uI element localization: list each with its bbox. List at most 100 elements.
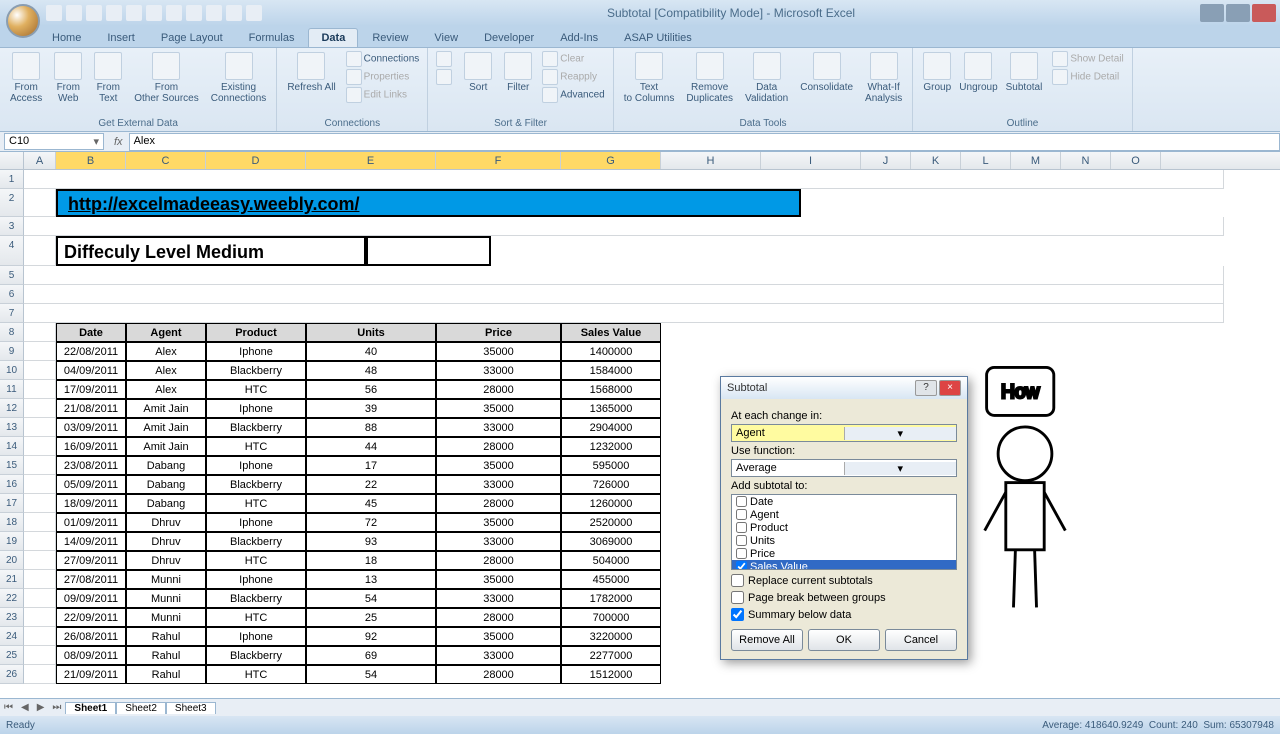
table-cell[interactable]: 27/09/2011 [56, 551, 126, 570]
sheet-nav-next-icon[interactable]: ▶ [33, 702, 49, 713]
column-header-H[interactable]: H [661, 152, 761, 169]
checkbox-replace-subtotals[interactable]: Replace current subtotals [731, 574, 957, 587]
cell[interactable] [24, 589, 56, 608]
tab-asap-utilities[interactable]: ASAP Utilities [612, 29, 704, 47]
table-cell[interactable]: Rahul [126, 627, 206, 646]
tab-developer[interactable]: Developer [472, 29, 546, 47]
table-cell[interactable]: HTC [206, 551, 306, 570]
difficulty-cell[interactable]: Diffeculy Level Medium [56, 236, 366, 266]
column-header-L[interactable]: L [961, 152, 1011, 169]
text-to-columns-button[interactable]: Textto Columns [620, 50, 679, 106]
existing-connections-button[interactable]: ExistingConnections [207, 50, 271, 106]
column-header-E[interactable]: E [306, 152, 436, 169]
sheet-tab[interactable]: Sheet3 [166, 702, 216, 714]
from-access-button[interactable]: FromAccess [6, 50, 46, 106]
table-cell[interactable]: 33000 [436, 646, 561, 665]
table-header[interactable]: Agent [126, 323, 206, 342]
tab-add-ins[interactable]: Add-Ins [548, 29, 610, 47]
table-cell[interactable]: 3069000 [561, 532, 661, 551]
cell[interactable] [24, 437, 56, 456]
sheet-tab[interactable]: Sheet2 [116, 702, 166, 714]
checkbox-input[interactable] [731, 591, 744, 604]
column-header-M[interactable]: M [1011, 152, 1061, 169]
maximize-button[interactable] [1226, 4, 1250, 22]
table-cell[interactable]: 69 [306, 646, 436, 665]
table-header[interactable]: Price [436, 323, 561, 342]
sort-button[interactable]: Sort [460, 50, 496, 95]
table-cell[interactable]: 33000 [436, 532, 561, 551]
table-cell[interactable]: 21/09/2011 [56, 665, 126, 684]
cell[interactable] [24, 494, 56, 513]
table-header[interactable]: Units [306, 323, 436, 342]
list-add-subtotal-to[interactable]: DateAgentProductUnitsPriceSales Value [731, 494, 957, 570]
row-header[interactable]: 25 [0, 646, 24, 665]
cancel-button[interactable]: Cancel [885, 629, 957, 651]
cell[interactable] [24, 475, 56, 494]
column-header-O[interactable]: O [1111, 152, 1161, 169]
table-cell[interactable]: 35000 [436, 399, 561, 418]
table-cell[interactable]: Rahul [126, 646, 206, 665]
table-cell[interactable]: Dabang [126, 494, 206, 513]
table-cell[interactable]: 48 [306, 361, 436, 380]
table-cell[interactable]: 35000 [436, 513, 561, 532]
sheet-nav-prev-icon[interactable]: ◀ [17, 702, 33, 713]
column-header-A[interactable]: A [24, 152, 56, 169]
row-header[interactable]: 19 [0, 532, 24, 551]
table-cell[interactable]: Alex [126, 380, 206, 399]
table-cell[interactable]: 33000 [436, 475, 561, 494]
table-cell[interactable]: Iphone [206, 513, 306, 532]
table-cell[interactable]: 27/08/2011 [56, 570, 126, 589]
row-header[interactable]: 6 [0, 285, 24, 304]
cell[interactable] [24, 361, 56, 380]
table-cell[interactable]: 28000 [436, 608, 561, 627]
connections-button[interactable]: Connections [344, 50, 422, 68]
row-header[interactable]: 10 [0, 361, 24, 380]
table-cell[interactable]: Alex [126, 342, 206, 361]
table-cell[interactable]: 56 [306, 380, 436, 399]
cell[interactable] [24, 189, 56, 217]
checkbox-input[interactable] [736, 509, 747, 520]
row-header[interactable]: 9 [0, 342, 24, 361]
column-header-N[interactable]: N [1061, 152, 1111, 169]
table-cell[interactable]: Blackberry [206, 475, 306, 494]
column-header-F[interactable]: F [436, 152, 561, 169]
show-detail-button[interactable]: Show Detail [1050, 50, 1125, 68]
table-cell[interactable]: 2277000 [561, 646, 661, 665]
data-validation-button[interactable]: DataValidation [741, 50, 792, 106]
tab-view[interactable]: View [422, 29, 470, 47]
dialog-titlebar[interactable]: Subtotal ? × [721, 377, 967, 399]
table-cell[interactable]: Dabang [126, 456, 206, 475]
checkbox-input[interactable] [731, 608, 744, 621]
table-cell[interactable]: 33000 [436, 361, 561, 380]
checkbox-input[interactable] [736, 561, 747, 570]
table-cell[interactable]: 1260000 [561, 494, 661, 513]
checkbox-input[interactable] [736, 522, 747, 533]
column-header-G[interactable]: G [561, 152, 661, 169]
table-cell[interactable]: 08/09/2011 [56, 646, 126, 665]
sort-az-button[interactable] [434, 50, 456, 68]
table-cell[interactable]: 28000 [436, 551, 561, 570]
table-cell[interactable]: Dhruv [126, 513, 206, 532]
column-header-C[interactable]: C [126, 152, 206, 169]
checkbox-input[interactable] [736, 535, 747, 546]
row-header[interactable]: 3 [0, 217, 24, 236]
table-cell[interactable]: 504000 [561, 551, 661, 570]
hide-detail-button[interactable]: Hide Detail [1050, 68, 1125, 86]
table-cell[interactable]: 595000 [561, 456, 661, 475]
table-cell[interactable]: 05/09/2011 [56, 475, 126, 494]
table-cell[interactable]: 92 [306, 627, 436, 646]
cell[interactable] [24, 170, 1224, 189]
cell[interactable] [24, 217, 1224, 236]
column-header-K[interactable]: K [911, 152, 961, 169]
dropdown-icon[interactable]: ▾ [844, 462, 957, 475]
table-cell[interactable]: Munni [126, 570, 206, 589]
table-cell[interactable]: HTC [206, 665, 306, 684]
table-cell[interactable]: Blackberry [206, 418, 306, 437]
sheet-tab[interactable]: Sheet1 [65, 702, 116, 714]
office-button[interactable] [6, 4, 40, 38]
table-cell[interactable]: 18 [306, 551, 436, 570]
table-cell[interactable]: 28000 [436, 494, 561, 513]
table-cell[interactable]: 28000 [436, 437, 561, 456]
tab-review[interactable]: Review [360, 29, 420, 47]
table-cell[interactable]: 1512000 [561, 665, 661, 684]
